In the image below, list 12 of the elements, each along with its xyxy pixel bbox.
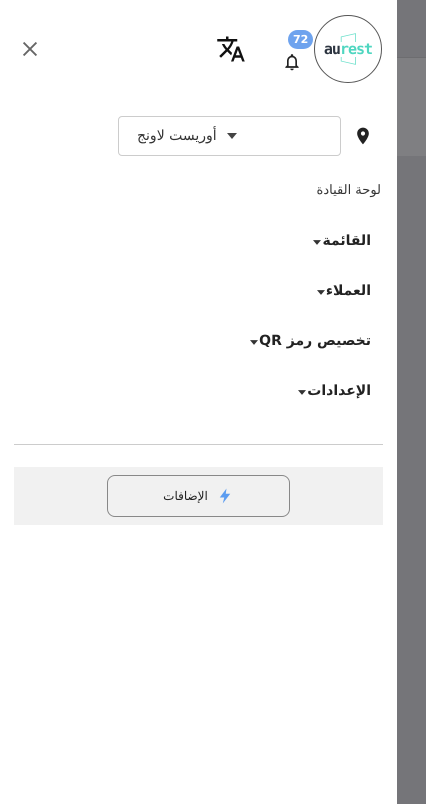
menu-item[interactable]: الإعدادات xyxy=(298,378,371,428)
menu-item[interactable]: تخصيص رمز QR xyxy=(250,328,371,378)
notification-badge: 72 xyxy=(288,30,314,49)
menu-item[interactable]: القائمة xyxy=(313,228,371,278)
logo[interactable]: aurest xyxy=(314,15,382,83)
caret-icon xyxy=(226,133,237,139)
branch-select[interactable]: أوريست لاونج xyxy=(118,116,341,156)
translate-icon[interactable] xyxy=(216,34,246,64)
logo-text: aurest xyxy=(324,42,372,56)
addons-button[interactable]: الإضافات xyxy=(107,475,290,517)
menu-item[interactable]: لوحة القيادة xyxy=(316,178,381,228)
menu-item[interactable]: العملاء xyxy=(316,278,371,328)
